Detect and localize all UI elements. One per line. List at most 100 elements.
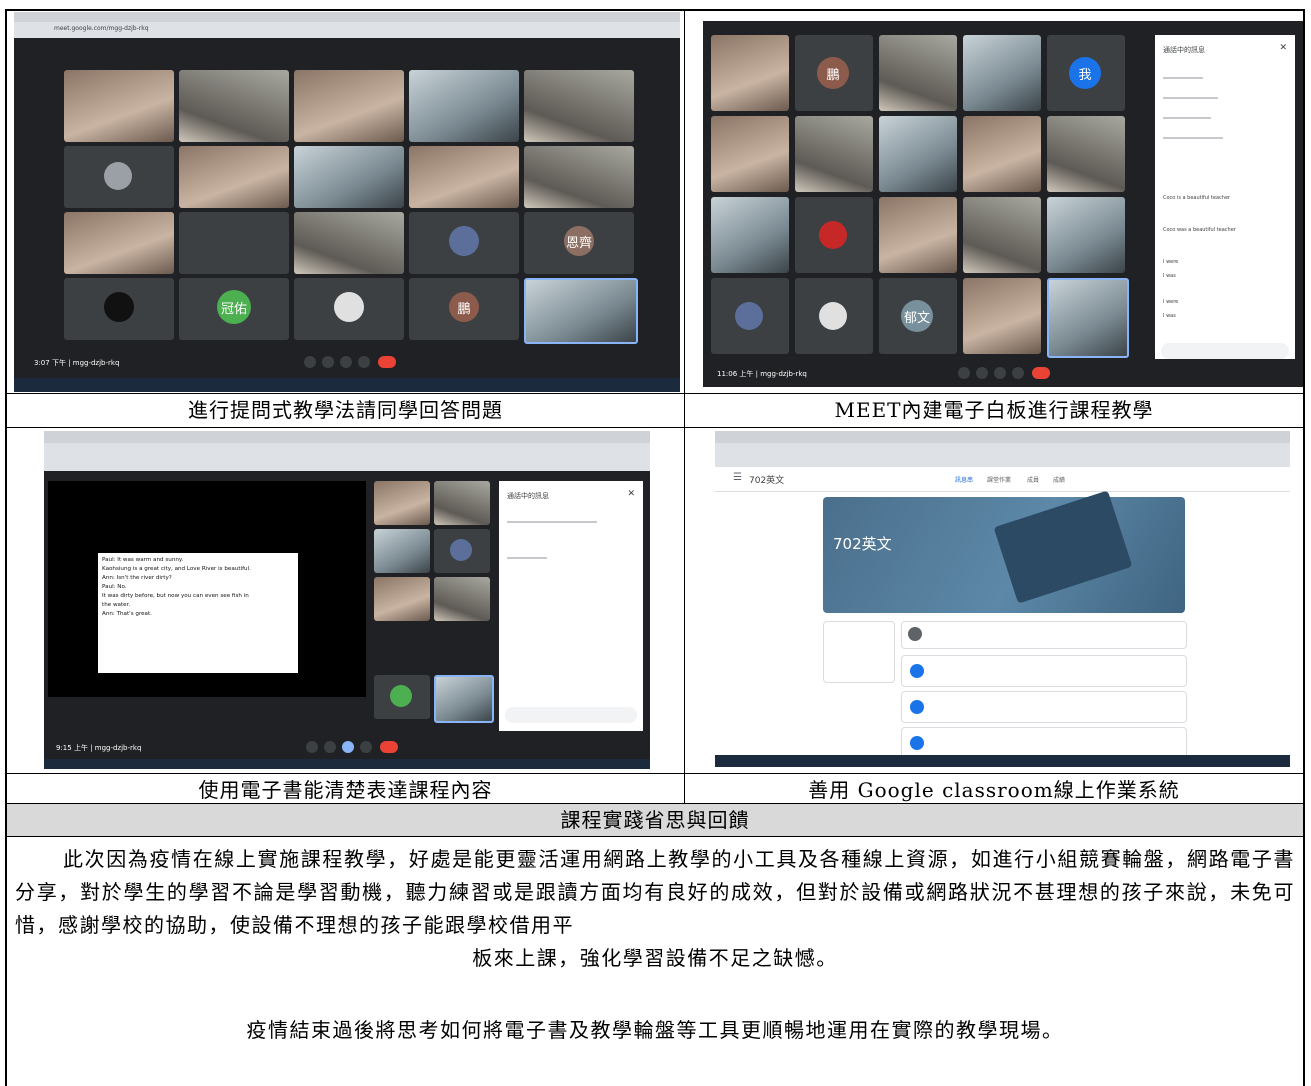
classroom-header: ☰ 702英文 訊息串 課堂作業 成員 成績 [715, 467, 1290, 492]
self-video-tile [524, 278, 638, 344]
close-icon[interactable]: ✕ [627, 489, 635, 499]
mic-button[interactable] [304, 356, 316, 368]
video-tile [711, 35, 789, 111]
upcoming-card [823, 621, 895, 683]
tab-classwork[interactable]: 課堂作業 [987, 475, 1011, 484]
video-tile [711, 116, 789, 192]
present-button[interactable] [342, 741, 354, 753]
video-tile [64, 146, 174, 208]
video-tile [179, 146, 289, 208]
video-tile [64, 212, 174, 274]
windows-taskbar [715, 755, 1290, 767]
meet-control-bar: 9:15 上午 | mgg-dzjb-rkq [44, 735, 650, 759]
chat-message: I were [1163, 299, 1179, 305]
stream-item[interactable] [901, 655, 1187, 687]
video-tile [294, 212, 404, 274]
more-options-button[interactable] [360, 741, 372, 753]
mic-button[interactable] [306, 741, 318, 753]
avatar: 恩齊 [564, 226, 594, 256]
tab-grades[interactable]: 成績 [1053, 475, 1065, 484]
chat-panel: 通話中的訊息 ✕ Coco is a beautiful teacher Coc… [1155, 35, 1295, 365]
video-tile: 我 [1047, 35, 1125, 111]
meet-control-bar: 11:06 上午 | mgg-dzjb-rkq [703, 359, 1303, 387]
meeting-time-code: 9:15 上午 | mgg-dzjb-rkq [56, 744, 142, 752]
end-call-button[interactable] [1032, 367, 1050, 379]
avatar: 鵬 [449, 292, 479, 322]
ebook-line: the water. [102, 602, 131, 608]
ebook-line: It was dirty before, but now you can eve… [102, 593, 249, 599]
video-tile [179, 212, 289, 274]
chat-title: 通話中的訊息 [507, 492, 549, 500]
more-options-button[interactable] [1012, 367, 1024, 379]
video-tile [179, 70, 289, 142]
chat-message: I was [1163, 273, 1176, 279]
video-tile [374, 577, 430, 621]
video-tile [409, 70, 519, 142]
stream-item[interactable] [901, 691, 1187, 723]
video-tile [64, 70, 174, 142]
avatar: 郁文 [901, 300, 933, 332]
document-table: meet.google.com/mgg-dzjb-rkq 恩齊 冠佑 鵬 3:0… [5, 9, 1305, 1086]
announce-box[interactable] [901, 621, 1187, 649]
url-bar: meet.google.com/mgg-dzjb-rkq [54, 25, 149, 32]
video-tile: 鵬 [795, 35, 873, 111]
class-title: 702英文 [749, 476, 785, 486]
video-tile [1047, 197, 1125, 273]
reflection-paragraph: 此次因為疫情在線上實施課程教學，好處是能更靈活運用網路上教學的小工具及各種線上資… [15, 843, 1295, 942]
browser-chrome [715, 431, 1290, 467]
windows-taskbar [14, 378, 680, 392]
video-tile [434, 577, 490, 621]
camera-button[interactable] [324, 741, 336, 753]
tab-stream[interactable]: 訊息串 [955, 475, 973, 484]
class-banner: 702英文 [823, 490, 1185, 613]
camera-button[interactable] [322, 356, 334, 368]
video-tile [963, 197, 1041, 273]
video-tile [294, 146, 404, 208]
present-button[interactable] [340, 356, 352, 368]
meeting-time-code: 3:07 下午 | mgg-dzjb-rkq [34, 359, 120, 367]
classroom-screenshot: ☰ 702英文 訊息串 課堂作業 成員 成績 702英文 [715, 431, 1290, 767]
chat-message: I were [1163, 259, 1179, 265]
ebook-line: Paul: It was warm and sunny. [102, 557, 184, 563]
avatar: 鵬 [817, 57, 849, 89]
camera-button[interactable] [976, 367, 988, 379]
chat-input[interactable] [505, 707, 637, 723]
mic-button[interactable] [958, 367, 970, 379]
ebook-line: Paul: No. [102, 584, 127, 590]
video-tile [294, 278, 404, 340]
video-tile [963, 278, 1041, 354]
browser-chrome: meet.google.com/mgg-dzjb-rkq [14, 12, 680, 38]
meet-chat-screenshot: 鵬 我 郁文 通話中的訊息 ✕ Coco is a beautiful teac… [703, 21, 1303, 387]
close-icon[interactable]: ✕ [1279, 43, 1287, 53]
self-video-tile [434, 675, 494, 723]
more-options-button[interactable] [358, 356, 370, 368]
menu-icon[interactable]: ☰ [733, 472, 742, 483]
chat-message: Coco was a beautiful teacher [1163, 227, 1236, 233]
video-tile [409, 212, 519, 274]
caption-top-left: 進行提問式教學法請同學回答問題 [188, 398, 503, 422]
video-tile: 鵬 [409, 278, 519, 340]
present-button[interactable] [994, 367, 1006, 379]
chat-input[interactable] [1161, 343, 1289, 359]
video-tile [409, 146, 519, 208]
video-tile [1047, 116, 1125, 192]
browser-chrome [44, 431, 650, 471]
meeting-time-code: 11:06 上午 | mgg-dzjb-rkq [717, 370, 807, 378]
video-tile: 冠佑 [179, 278, 289, 340]
end-call-button[interactable] [380, 741, 398, 753]
video-tile [711, 197, 789, 273]
chat-title: 通話中的訊息 [1163, 46, 1205, 54]
video-tile [524, 70, 634, 142]
caption-mid-left: 使用電子書能清楚表達課程內容 [198, 778, 493, 802]
tab-people[interactable]: 成員 [1027, 475, 1039, 484]
reflection-paragraph-2: 疫情結束過後將思考如何將電子書及教學輪盤等工具更順暢地運用在實際的教學現場。 [246, 1018, 1064, 1042]
end-call-button[interactable] [378, 356, 396, 368]
ebook-screenshot: Paul: It was warm and sunny. Kaohsiung i… [44, 431, 650, 769]
meet-control-bar: 3:07 下午 | mgg-dzjb-rkq [14, 346, 680, 378]
video-tile [374, 481, 430, 525]
video-tile [963, 35, 1041, 111]
ebook-line: Ann: Isn't the river dirty? [102, 575, 172, 581]
video-tile [879, 35, 957, 111]
banner-title: 702英文 [833, 535, 892, 553]
reflection-paragraph-end: 板來上課，強化學習設備不足之缺憾。 [472, 946, 838, 970]
